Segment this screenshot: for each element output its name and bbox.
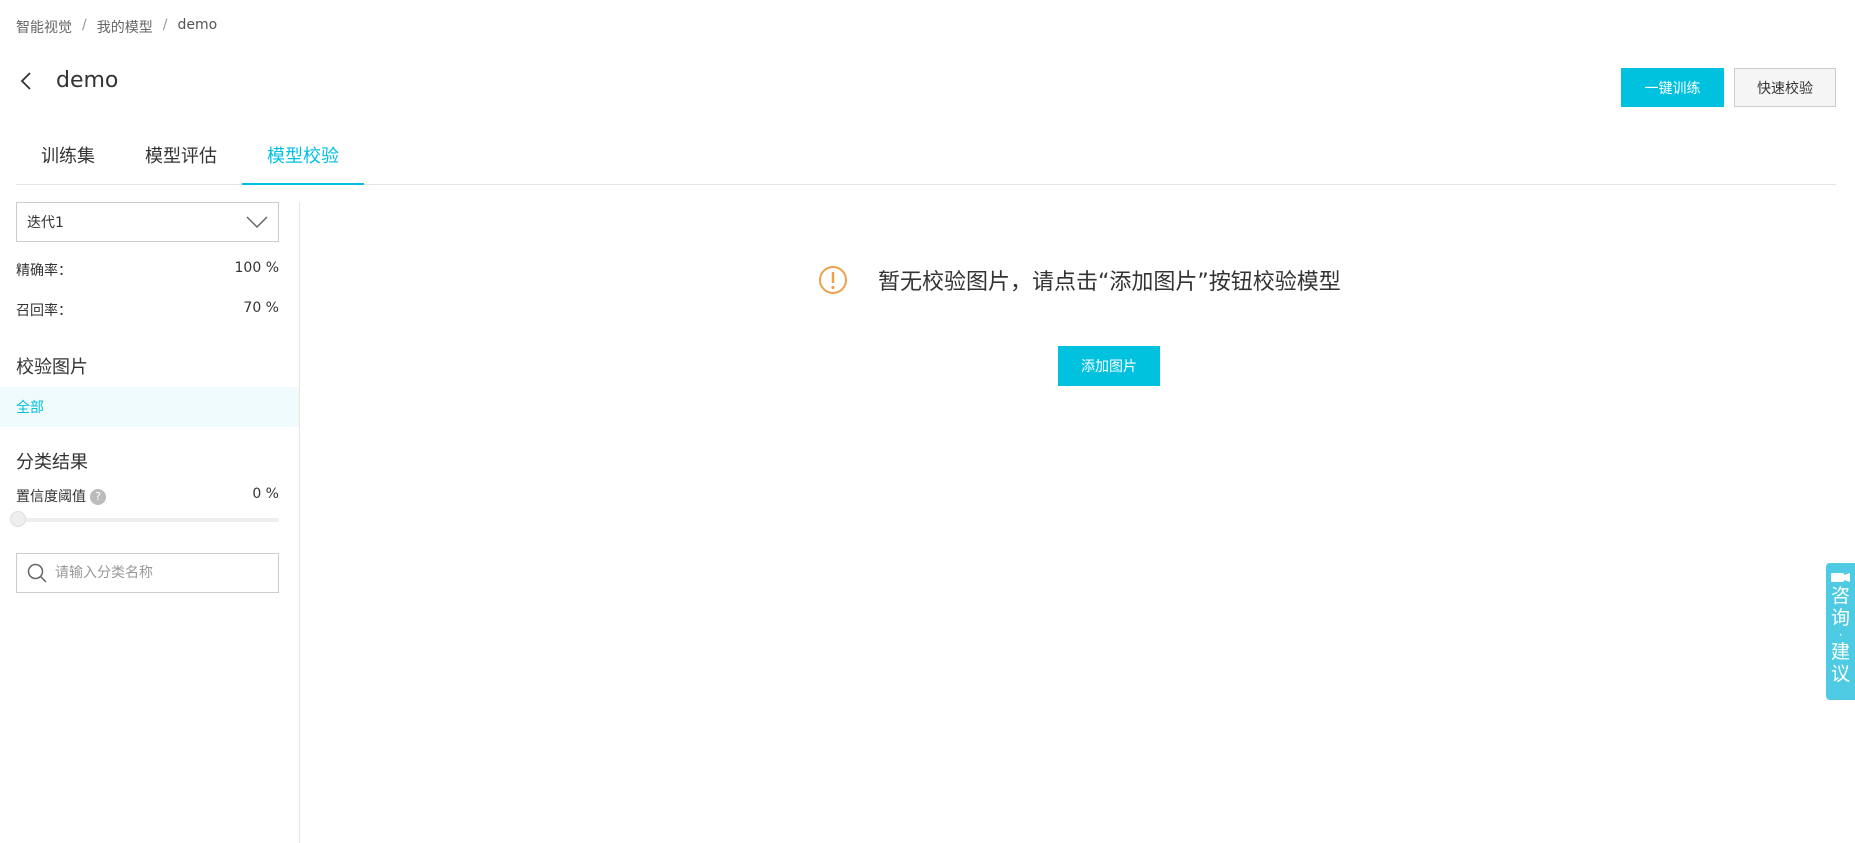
category-search-input[interactable] — [55, 565, 265, 581]
confidence-slider-handle[interactable] — [10, 511, 26, 527]
chat-icon — [1830, 573, 1850, 582]
breadcrumb-separator: / — [82, 17, 87, 33]
search-icon — [27, 563, 47, 583]
empty-state: 暂无校验图片，请点击“添加图片”按钮校验模型 — [818, 264, 1341, 296]
consult-char: 议 — [1830, 663, 1850, 685]
back-button[interactable] — [16, 69, 36, 93]
recall-value: 70 % — [243, 300, 279, 316]
verify-images-title: 校验图片 — [16, 357, 88, 378]
iteration-select-value: 迭代1 — [27, 215, 64, 231]
tab-model-verification[interactable]: 模型校验 — [242, 135, 364, 185]
consult-separator: · — [1838, 628, 1843, 642]
classification-results-title: 分类结果 — [16, 452, 88, 473]
chevron-down-icon — [246, 216, 268, 228]
recall-label: 召回率： — [16, 303, 72, 319]
page-header: demo — [16, 68, 118, 93]
confidence-threshold-value: 0 % — [252, 486, 279, 502]
consult-char: 建 — [1830, 641, 1850, 663]
iteration-select[interactable]: 迭代1 — [16, 202, 279, 242]
precision-row: 精确率： 100 % — [16, 260, 279, 280]
confidence-threshold-label-group: 置信度阈值? — [16, 486, 106, 506]
tab-model-evaluation[interactable]: 模型评估 — [120, 135, 242, 185]
breadcrumb-item-my-models[interactable]: 我的模型 — [97, 17, 153, 37]
breadcrumb-item-current: demo — [177, 17, 218, 33]
sidebar: 迭代1 精确率： 100 % 召回率： 70 % 校验图片 全部 分类结果 置信… — [0, 202, 300, 843]
empty-message: 暂无校验图片，请点击“添加图片”按钮校验模型 — [878, 270, 1341, 295]
one-click-train-button[interactable]: 一键训练 — [1621, 68, 1724, 107]
page-title: demo — [56, 68, 119, 93]
precision-label: 精确率： — [16, 263, 72, 279]
tab-training-set[interactable]: 训练集 — [16, 135, 120, 185]
precision-value: 100 % — [234, 260, 279, 276]
confidence-threshold-row: 置信度阈值? 0 % — [16, 486, 279, 506]
chevron-left-icon — [20, 71, 31, 90]
warning-icon — [819, 266, 847, 294]
breadcrumb: 智能视觉 / 我的模型 / demo — [16, 17, 217, 37]
add-images-button[interactable]: 添加图片 — [1058, 346, 1160, 386]
consult-feedback-panel[interactable]: 咨 询 · 建 议 — [1826, 563, 1855, 700]
consult-char: 咨 — [1830, 585, 1850, 607]
tab-bar: 训练集 模型评估 模型校验 — [16, 135, 1836, 185]
confidence-threshold-label: 置信度阈值 — [16, 489, 86, 505]
help-icon[interactable]: ? — [90, 489, 106, 505]
breadcrumb-item-vision[interactable]: 智能视觉 — [16, 17, 72, 37]
consult-char: 询 — [1830, 607, 1850, 629]
filter-all[interactable]: 全部 — [0, 387, 299, 427]
quick-verify-button[interactable]: 快速校验 — [1734, 68, 1836, 107]
category-search-box — [16, 553, 279, 593]
breadcrumb-separator: / — [162, 17, 168, 33]
recall-row: 召回率： 70 % — [16, 300, 279, 320]
confidence-slider-track[interactable] — [16, 518, 279, 522]
